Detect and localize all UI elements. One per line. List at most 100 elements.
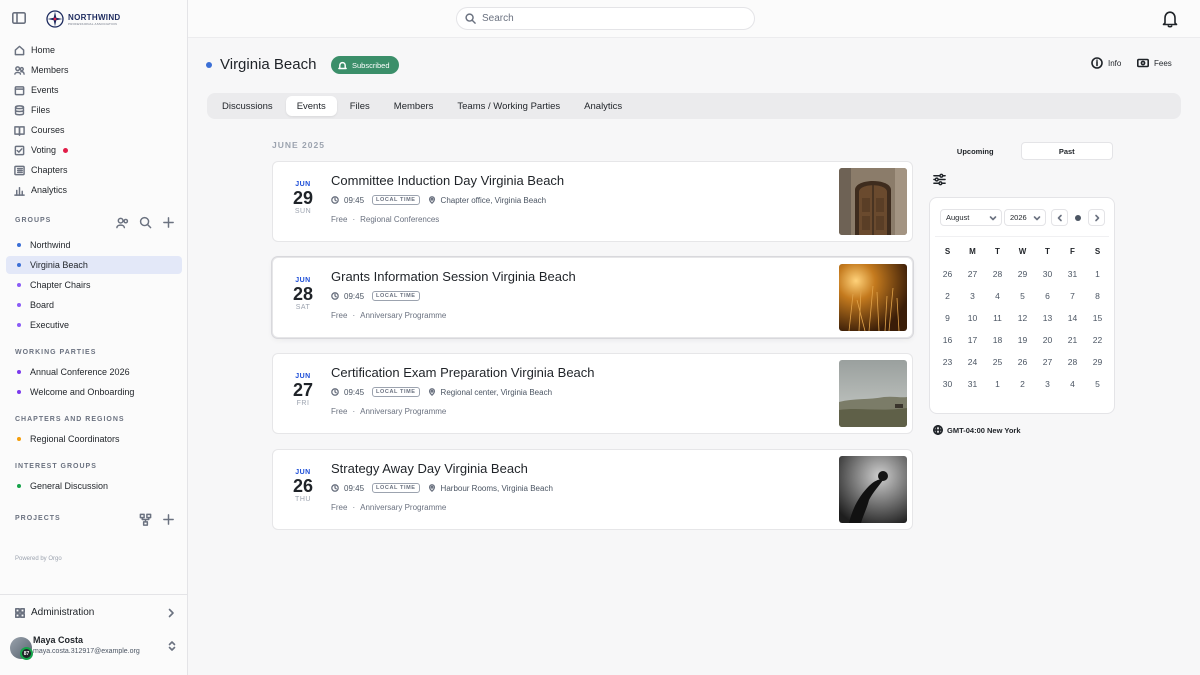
calendar-day[interactable]: 4 — [985, 285, 1010, 307]
administration-link[interactable]: Administration — [0, 594, 188, 630]
golden-grass-photo[interactable] — [839, 264, 907, 331]
calendar-day[interactable]: 12 — [1010, 307, 1035, 329]
event-card[interactable]: JUN 28 SAT Grants Information Session Vi… — [272, 257, 913, 338]
info-button[interactable]: Info — [1091, 57, 1121, 69]
event-card[interactable]: JUN 27 FRI Certification Exam Preparatio… — [272, 353, 913, 434]
calendar-day[interactable]: 27 — [1035, 351, 1060, 373]
nav-item-chapters[interactable]: Chapters — [6, 160, 182, 180]
tab-analytics[interactable]: Analytics — [573, 96, 633, 116]
calendar-day[interactable]: 22 — [1085, 329, 1110, 351]
calendar-day[interactable]: 28 — [1060, 351, 1085, 373]
plus-icon[interactable] — [162, 216, 175, 229]
today-button[interactable] — [1075, 215, 1081, 221]
calendar-day[interactable]: 4 — [1060, 373, 1085, 395]
calendar-day[interactable]: 8 — [1085, 285, 1110, 307]
calendar-day[interactable]: 13 — [1035, 307, 1060, 329]
calendar-day[interactable]: 20 — [1035, 329, 1060, 351]
tab-teams[interactable]: Teams / Working Parties — [446, 96, 571, 116]
event-card[interactable]: JUN 29 SUN Committee Induction Day Virgi… — [272, 161, 913, 242]
calendar-day[interactable]: 5 — [1010, 285, 1035, 307]
sidebar-toggle-icon[interactable] — [12, 12, 26, 24]
month-select[interactable]: August — [940, 209, 1002, 226]
group-item-northwind[interactable]: Northwind — [6, 236, 182, 254]
powered-by[interactable]: Powered by Orgo — [15, 556, 62, 562]
calendar-day[interactable]: 19 — [1010, 329, 1035, 351]
calendar-day[interactable]: 14 — [1060, 307, 1085, 329]
calendar-day[interactable]: 26 — [1010, 351, 1035, 373]
calendar-day[interactable]: 31 — [1060, 263, 1085, 285]
calendar-day[interactable]: 15 — [1085, 307, 1110, 329]
monochrome-figure-photo[interactable] — [839, 456, 907, 523]
tab-members[interactable]: Members — [383, 96, 445, 116]
misty-field-photo[interactable] — [839, 360, 907, 427]
nav-item-analytics[interactable]: Analytics — [6, 180, 182, 200]
calendar-day[interactable]: 16 — [935, 329, 960, 351]
timezone-selector[interactable]: GMT-04:00 New York — [933, 425, 1021, 435]
calendar-day[interactable]: 7 — [1060, 285, 1085, 307]
user-menu[interactable]: 87 Maya Costa maya.costa.312917@example.… — [0, 630, 188, 675]
calendar-day[interactable]: 17 — [960, 329, 985, 351]
nav-item-files[interactable]: Files — [6, 100, 182, 120]
year-select[interactable]: 2026 — [1004, 209, 1046, 226]
calendar-day[interactable]: 11 — [985, 307, 1010, 329]
working-party-item-welcome[interactable]: Welcome and Onboarding — [6, 383, 182, 401]
filter-sliders-icon[interactable] — [933, 173, 946, 186]
fees-button[interactable]: Fees — [1137, 57, 1172, 69]
calendar-day[interactable]: 24 — [960, 351, 985, 373]
prev-month-button[interactable] — [1051, 209, 1068, 226]
wooden-door-photo[interactable] — [839, 168, 907, 235]
calendar-day[interactable]: 21 — [1060, 329, 1085, 351]
tab-files[interactable]: Files — [339, 96, 381, 116]
nav-item-courses[interactable]: Courses — [6, 120, 182, 140]
calendar-day[interactable]: 25 — [985, 351, 1010, 373]
event-title[interactable]: Committee Induction Day Virginia Beach — [331, 173, 564, 188]
toggle-upcoming[interactable]: Upcoming — [930, 142, 1021, 160]
nav-item-voting[interactable]: Voting — [6, 140, 182, 160]
calendar-day[interactable]: 3 — [960, 285, 985, 307]
next-month-button[interactable] — [1088, 209, 1105, 226]
nav-item-home[interactable]: Home — [6, 40, 182, 60]
calendar-day[interactable]: 29 — [1010, 263, 1035, 285]
project-tree-icon[interactable] — [139, 513, 152, 526]
group-item-virginia-beach[interactable]: Virginia Beach — [6, 256, 182, 274]
brand-logo[interactable]: NORTHWIND PROFESSIONAL ASSOCIATION — [46, 10, 120, 28]
nav-item-events[interactable]: Events — [6, 80, 182, 100]
members-icon[interactable] — [116, 216, 129, 229]
event-title[interactable]: Certification Exam Preparation Virginia … — [331, 365, 595, 380]
tab-discussions[interactable]: Discussions — [211, 96, 284, 116]
calendar-day[interactable]: 1 — [1085, 263, 1110, 285]
search-box[interactable] — [456, 7, 755, 30]
bell-icon[interactable] — [1162, 10, 1178, 28]
calendar-day[interactable]: 2 — [935, 285, 960, 307]
calendar-day[interactable]: 26 — [935, 263, 960, 285]
calendar-day[interactable]: 23 — [935, 351, 960, 373]
calendar-day[interactable]: 1 — [985, 373, 1010, 395]
group-item-executive[interactable]: Executive — [6, 316, 182, 334]
group-item-board[interactable]: Board — [6, 296, 182, 314]
tab-events[interactable]: Events — [285, 96, 337, 116]
calendar-day[interactable]: 10 — [960, 307, 985, 329]
calendar-day[interactable]: 18 — [985, 329, 1010, 351]
calendar-day[interactable]: 9 — [935, 307, 960, 329]
nav-item-members[interactable]: Members — [6, 60, 182, 80]
calendar-day[interactable]: 31 — [960, 373, 985, 395]
event-title[interactable]: Strategy Away Day Virginia Beach — [331, 461, 528, 476]
toggle-past[interactable]: Past — [1020, 142, 1113, 160]
calendar-day[interactable]: 3 — [1035, 373, 1060, 395]
calendar-day[interactable]: 2 — [1010, 373, 1035, 395]
search-input[interactable] — [482, 13, 722, 24]
chapter-item-regional-coordinators[interactable]: Regional Coordinators — [6, 430, 182, 448]
calendar-day[interactable]: 5 — [1085, 373, 1110, 395]
calendar-day[interactable]: 30 — [1035, 263, 1060, 285]
calendar-day[interactable]: 30 — [935, 373, 960, 395]
calendar-day[interactable]: 28 — [985, 263, 1010, 285]
group-item-chapter-chairs[interactable]: Chapter Chairs — [6, 276, 182, 294]
event-title[interactable]: Grants Information Session Virginia Beac… — [331, 269, 576, 284]
event-card[interactable]: JUN 26 THU Strategy Away Day Virginia Be… — [272, 449, 913, 530]
calendar-day[interactable]: 29 — [1085, 351, 1110, 373]
plus-icon[interactable] — [162, 513, 175, 526]
working-party-item-annual-conference[interactable]: Annual Conference 2026 — [6, 363, 182, 381]
search-icon[interactable] — [139, 216, 152, 229]
calendar-day[interactable]: 27 — [960, 263, 985, 285]
calendar-day[interactable]: 6 — [1035, 285, 1060, 307]
